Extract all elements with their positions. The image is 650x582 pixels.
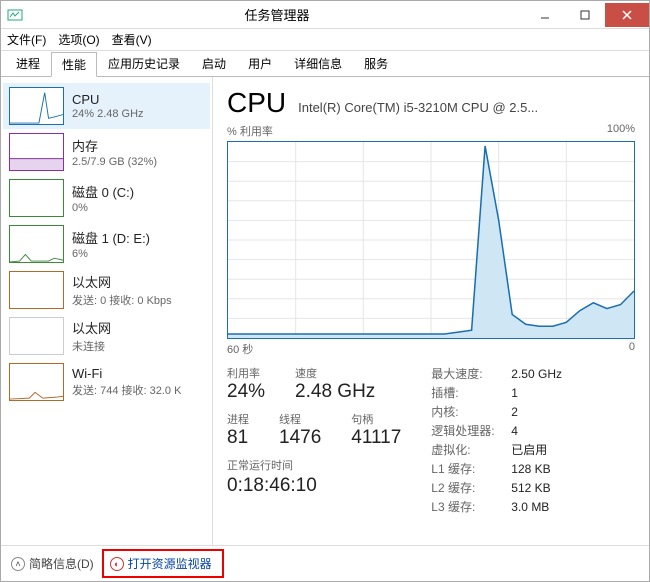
thr-value: 1476	[279, 427, 321, 449]
util-label: 利用率	[227, 365, 265, 381]
detail-row: 最大速度:2.50 GHz	[431, 365, 562, 384]
tab-startup[interactable]: 启动	[191, 51, 237, 76]
sidebar-item-disk1[interactable]: 磁盘 1 (D: E:)6%	[3, 221, 210, 267]
proc-label: 进程	[227, 411, 249, 427]
uptime-label: 正常运行时间	[227, 457, 401, 473]
tab-performance[interactable]: 性能	[51, 52, 97, 77]
footer: ˄ 简略信息(D) ◐ 打开资源监视器	[1, 545, 649, 581]
xlabel-right: 0	[629, 341, 635, 357]
detail-row: 内核:2	[431, 403, 562, 422]
menu-options[interactable]: 选项(O)	[58, 31, 99, 48]
side-mem-sub: 2.5/7.9 GB (32%)	[72, 156, 204, 168]
maximize-button[interactable]	[565, 3, 605, 27]
ymax: 100%	[607, 123, 635, 139]
side-cpu-sub: 24% 2.48 GHz	[72, 108, 204, 120]
monitor-icon: ◐	[110, 557, 124, 571]
tab-app-history[interactable]: 应用历史记录	[97, 51, 191, 76]
thr-label: 线程	[279, 411, 321, 427]
hnd-label: 句柄	[351, 411, 401, 427]
sidebar-item-wifi[interactable]: Wi-Fi发送: 744 接收: 32.0 K	[3, 359, 210, 405]
side-wifi-title: Wi-Fi	[72, 366, 204, 381]
side-cpu-title: CPU	[72, 92, 204, 107]
sidebar-item-eth1[interactable]: 以太网未连接	[3, 313, 210, 359]
side-wifi-sub: 发送: 744 接收: 32.0 K	[72, 382, 204, 398]
perf-sidebar: CPU24% 2.48 GHz 内存2.5/7.9 GB (32%) 磁盘 0 …	[1, 77, 213, 545]
resource-monitor-link[interactable]: ◐ 打开资源监视器	[110, 555, 212, 572]
proc-value: 81	[227, 427, 249, 449]
side-mem-title: 内存	[72, 136, 204, 155]
tab-processes[interactable]: 进程	[5, 51, 51, 76]
chevron-up-icon: ˄	[11, 557, 25, 571]
ylabel: % 利用率	[227, 123, 273, 139]
xlabel-left: 60 秒	[227, 341, 253, 357]
cpu-details: 最大速度:2.50 GHz插槽:1内核:2逻辑处理器:4虚拟化:已启用L1 缓存…	[431, 365, 562, 517]
sidebar-item-memory[interactable]: 内存2.5/7.9 GB (32%)	[3, 129, 210, 175]
menu-view[interactable]: 查看(V)	[112, 31, 152, 48]
cpu-model: Intel(R) Core(TM) i5-3210M CPU @ 2.5...	[298, 100, 635, 115]
perf-main: CPU Intel(R) Core(TM) i5-3210M CPU @ 2.5…	[213, 77, 649, 545]
side-e1-sub: 未连接	[72, 338, 204, 354]
detail-row: L3 缓存:3.0 MB	[431, 498, 562, 517]
util-value: 24%	[227, 381, 265, 403]
tab-bar: 进程 性能 应用历史记录 启动 用户 详细信息 服务	[1, 51, 649, 77]
menu-file[interactable]: 文件(F)	[7, 31, 46, 48]
fewer-details-link[interactable]: ˄ 简略信息(D)	[11, 555, 94, 572]
side-d0-sub: 0%	[72, 202, 204, 214]
sidebar-item-eth0[interactable]: 以太网发送: 0 接收: 0 Kbps	[3, 267, 210, 313]
speed-label: 速度	[295, 365, 375, 381]
detail-row: L2 缓存:512 KB	[431, 479, 562, 498]
side-d0-title: 磁盘 0 (C:)	[72, 182, 204, 201]
titlebar: 任务管理器	[1, 1, 649, 29]
tab-users[interactable]: 用户	[237, 51, 283, 76]
app-icon	[7, 7, 23, 23]
close-button[interactable]	[605, 3, 649, 27]
detail-row: 插槽:1	[431, 384, 562, 403]
speed-value: 2.48 GHz	[295, 381, 375, 403]
hnd-value: 41117	[351, 427, 401, 449]
main-title: CPU	[227, 87, 286, 119]
detail-row: 逻辑处理器:4	[431, 422, 562, 441]
side-e0-title: 以太网	[72, 272, 204, 291]
detail-row: 虚拟化:已启用	[431, 441, 562, 460]
minimize-button[interactable]	[525, 3, 565, 27]
side-e1-title: 以太网	[72, 318, 204, 337]
sidebar-item-disk0[interactable]: 磁盘 0 (C:)0%	[3, 175, 210, 221]
side-e0-sub: 发送: 0 接收: 0 Kbps	[72, 292, 204, 308]
sidebar-item-cpu[interactable]: CPU24% 2.48 GHz	[3, 83, 210, 129]
cpu-chart[interactable]	[227, 141, 635, 339]
uptime-value: 0:18:46:10	[227, 475, 401, 497]
detail-row: L1 缓存:128 KB	[431, 460, 562, 479]
side-d1-sub: 6%	[72, 248, 204, 260]
window-title: 任务管理器	[29, 5, 525, 24]
tab-services[interactable]: 服务	[353, 51, 399, 76]
tab-details[interactable]: 详细信息	[283, 51, 353, 76]
side-d1-title: 磁盘 1 (D: E:)	[72, 228, 204, 247]
menubar: 文件(F) 选项(O) 查看(V)	[1, 29, 649, 51]
